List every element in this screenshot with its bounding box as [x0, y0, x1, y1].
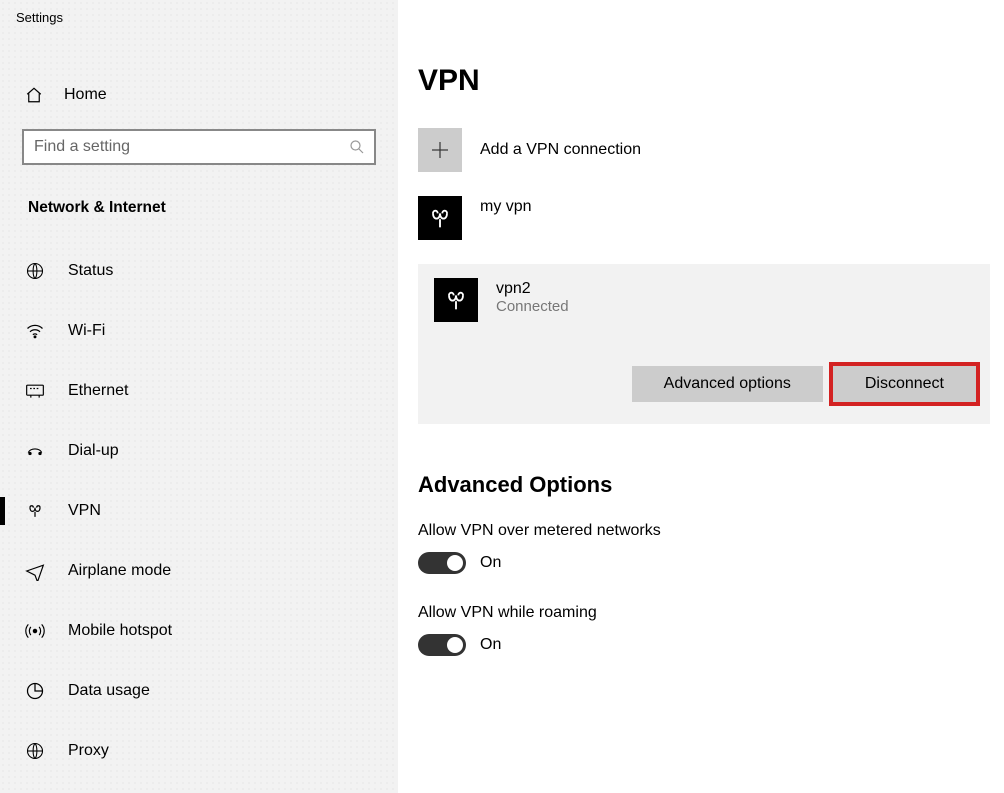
proxy-icon: [24, 740, 46, 762]
sidebar-item-label: Wi-Fi: [68, 322, 105, 340]
hotspot-icon: [24, 620, 46, 642]
vpn-connection-status: Connected: [496, 298, 569, 315]
sidebar-item-proxy[interactable]: Proxy: [0, 721, 398, 781]
window-title: Settings: [0, 6, 398, 25]
ethernet-icon: [24, 380, 46, 402]
datausage-icon: [24, 680, 46, 702]
sidebar-item-label: Status: [68, 262, 113, 280]
page-title: VPN: [418, 64, 990, 98]
sidebar-item-dialup[interactable]: Dial-up: [0, 421, 398, 481]
sidebar-item-hotspot[interactable]: Mobile hotspot: [0, 601, 398, 661]
home-icon: [24, 85, 44, 105]
vpn-connection-name: my vpn: [480, 196, 532, 216]
vpn-tile-icon: [418, 196, 462, 240]
toggle-switch[interactable]: [418, 552, 466, 574]
toggle-vpn-roaming: Allow VPN while roaming On: [418, 604, 990, 656]
sidebar-item-label: VPN: [68, 502, 101, 520]
sidebar-item-label: Data usage: [68, 682, 150, 700]
toggle-label: Allow VPN over metered networks: [418, 522, 990, 540]
sidebar-item-vpn[interactable]: VPN: [0, 481, 398, 541]
globe-icon: [24, 260, 46, 282]
sidebar-item-airplane[interactable]: Airplane mode: [0, 541, 398, 601]
toggle-state-label: On: [480, 554, 501, 572]
main-panel: VPN Add a VPN connection my vpn v: [398, 0, 1004, 793]
airplane-icon: [24, 560, 46, 582]
sidebar-item-label: Dial-up: [68, 442, 119, 460]
search-input[interactable]: [34, 138, 348, 156]
sidebar-item-wifi[interactable]: Wi-Fi: [0, 301, 398, 361]
sidebar-item-label: Ethernet: [68, 382, 128, 400]
toggle-label: Allow VPN while roaming: [418, 604, 990, 622]
disconnect-button[interactable]: Disconnect: [833, 366, 976, 402]
sidebar-item-label: Airplane mode: [68, 562, 171, 580]
vpn-selected-panel: vpn2 Connected Advanced options Disconne…: [418, 264, 990, 424]
sidebar-item-label: Mobile hotspot: [68, 622, 172, 640]
vpn-connection-name: vpn2: [496, 278, 569, 298]
search-box[interactable]: [22, 129, 376, 165]
category-title: Network & Internet: [0, 169, 398, 241]
advanced-options-button[interactable]: Advanced options: [632, 366, 823, 402]
wifi-icon: [24, 320, 46, 342]
advanced-options-heading: Advanced Options: [418, 472, 990, 498]
vpn-connection-item[interactable]: vpn2 Connected: [434, 278, 976, 322]
vpn-connection-item[interactable]: my vpn: [418, 196, 990, 240]
home-label: Home: [64, 86, 107, 104]
toggle-switch[interactable]: [418, 634, 466, 656]
sidebar-item-ethernet[interactable]: Ethernet: [0, 361, 398, 421]
sidebar-item-status[interactable]: Status: [0, 241, 398, 301]
sidebar: Settings Home Network & Internet Status: [0, 0, 398, 793]
vpn-icon: [24, 500, 46, 522]
sidebar-item-label: Proxy: [68, 742, 109, 760]
toggle-state-label: On: [480, 636, 501, 654]
add-vpn-label: Add a VPN connection: [480, 141, 641, 159]
search-icon: [348, 138, 366, 156]
plus-icon: [418, 128, 462, 172]
add-vpn-connection[interactable]: Add a VPN connection: [418, 128, 990, 172]
sidebar-item-datausage[interactable]: Data usage: [0, 661, 398, 721]
vpn-tile-icon: [434, 278, 478, 322]
dialup-icon: [24, 440, 46, 462]
toggle-vpn-metered: Allow VPN over metered networks On: [418, 522, 990, 574]
home-row[interactable]: Home: [0, 71, 398, 119]
